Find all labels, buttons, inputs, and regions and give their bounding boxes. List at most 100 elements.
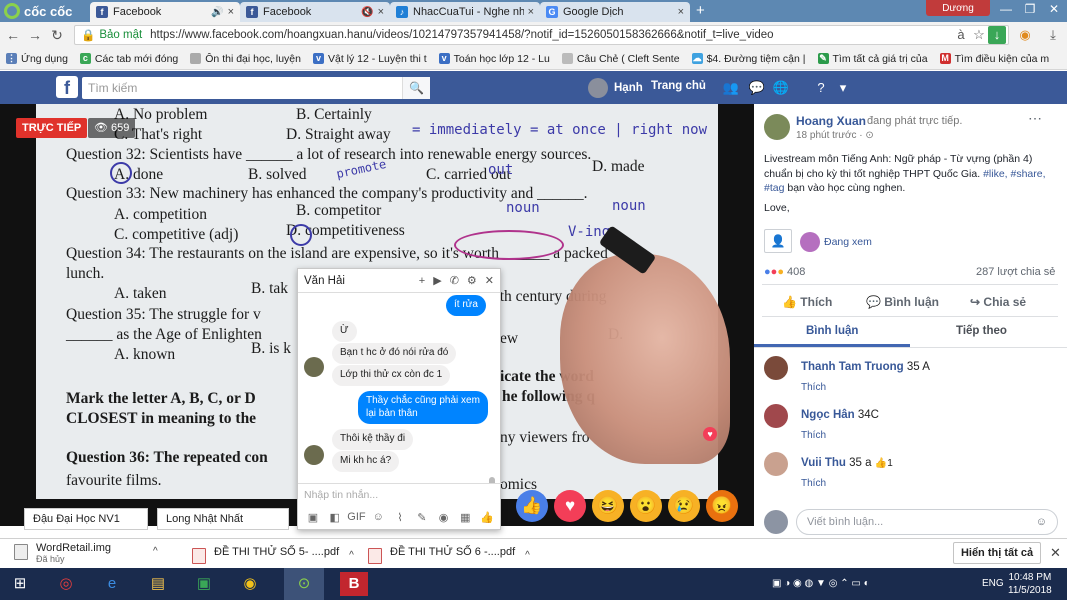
clock[interactable]: 10:48 PM 11/5/2018 bbox=[1008, 571, 1052, 597]
facebook-logo[interactable]: f bbox=[56, 76, 78, 98]
post-time[interactable]: 18 phút trước · ⊙ bbox=[796, 130, 874, 141]
bookmark-item[interactable]: M Tìm điều kiện của m bbox=[939, 53, 1049, 65]
app-b-icon[interactable]: B bbox=[340, 572, 368, 596]
bookmark-item[interactable]: v Vật lý 12 - Luyện thi t bbox=[313, 53, 427, 65]
emoji-icon[interactable]: ☺ bbox=[367, 511, 389, 523]
add-friend-icon[interactable]: 👤 bbox=[764, 229, 792, 253]
app-icon[interactable]: ◎ bbox=[46, 568, 86, 600]
windows-start-icon[interactable]: ⊞ bbox=[0, 568, 40, 600]
help-icon[interactable]: ? bbox=[812, 79, 830, 97]
close-tab-icon[interactable]: × bbox=[678, 6, 684, 18]
tab-up-next[interactable]: Tiếp theo bbox=[956, 325, 1007, 337]
sticker-icon[interactable]: ◧ bbox=[324, 511, 346, 524]
thumbs-up-icon[interactable]: 👍 bbox=[476, 511, 498, 524]
messenger-icon[interactable]: 💬 bbox=[748, 79, 766, 97]
home-link[interactable]: Trang chủ bbox=[651, 80, 706, 92]
video-call-icon[interactable]: ▶ bbox=[433, 274, 441, 287]
download-item[interactable]: WordRetail.img Đã hủy ^ bbox=[14, 542, 158, 564]
search-icon[interactable]: 🔍 bbox=[402, 77, 430, 99]
speaker-icon[interactable]: 🔊 bbox=[211, 7, 223, 18]
tab-nhaccuatui[interactable]: ♪ NhacCuaTui - Nghe nhạc × bbox=[390, 2, 540, 22]
comment-like-link[interactable]: Thích bbox=[801, 382, 826, 393]
close-icon[interactable]: ✕ bbox=[485, 274, 494, 287]
chevron-up-icon[interactable]: ^ bbox=[525, 550, 530, 561]
comment-button[interactable]: 💬 Bình luận bbox=[866, 295, 939, 309]
settings-icon[interactable]: ⚙ bbox=[467, 274, 477, 287]
notifications-icon[interactable]: 🌐 bbox=[772, 79, 790, 97]
angry-icon[interactable]: 😠 bbox=[706, 490, 738, 522]
minimized-chat[interactable]: Đậu Đại Học NV1 bbox=[24, 508, 148, 530]
sad-icon[interactable]: 😢 bbox=[668, 490, 700, 522]
bookmark-item[interactable]: Ôn thi đại học, luyện bbox=[190, 53, 301, 65]
bookmark-item[interactable]: ✎ Tìm tất cả giá trị của bbox=[817, 53, 928, 65]
language-indicator[interactable]: ENG bbox=[982, 568, 1004, 600]
more-options-icon[interactable]: ⋯ bbox=[1028, 110, 1042, 127]
download-icon[interactable]: ↓ bbox=[988, 26, 1006, 44]
reload-icon[interactable]: ↻ bbox=[48, 26, 66, 44]
wow-icon[interactable]: 😮 bbox=[630, 490, 662, 522]
share-button[interactable]: ↪ Chia sẻ bbox=[970, 295, 1026, 309]
bookmark-recent-tabs[interactable]: c Các tab mới đóng bbox=[79, 53, 178, 65]
translate-icon[interactable]: à bbox=[952, 26, 970, 44]
coccoc-icon[interactable]: ⊙ bbox=[284, 568, 324, 600]
tab-google-dich[interactable]: G Google Dịch × bbox=[540, 2, 690, 22]
chevron-up-icon[interactable]: ^ bbox=[153, 546, 158, 557]
maximize-icon[interactable]: ❐ bbox=[1018, 0, 1042, 20]
back-icon[interactable]: ← bbox=[4, 26, 22, 44]
minimized-chat[interactable]: Long Nhật Nhất bbox=[157, 508, 289, 530]
new-tab-icon[interactable]: + bbox=[696, 3, 714, 19]
bookmark-apps[interactable]: ⋮ Ứng dụng bbox=[6, 53, 68, 65]
dropdown-icon[interactable]: ▾ bbox=[834, 79, 852, 97]
comment-input[interactable]: Viết bình luận... ☺ bbox=[796, 509, 1058, 535]
add-icon[interactable]: + bbox=[419, 275, 425, 287]
like-icon[interactable]: 👍 bbox=[516, 490, 548, 522]
search-input[interactable]: Tìm kiếm 🔍 bbox=[82, 77, 430, 99]
chat-header[interactable]: Văn Hải + ▶ ✆ ⚙ ✕ bbox=[298, 269, 500, 293]
phone-icon[interactable]: ✆ bbox=[450, 274, 459, 287]
message-input[interactable]: Nhập tin nhắn... bbox=[298, 483, 502, 505]
friend-requests-icon[interactable]: 👥 bbox=[722, 79, 740, 97]
close-tab-icon[interactable]: × bbox=[228, 6, 234, 18]
camera-icon[interactable]: ◉ bbox=[433, 511, 455, 524]
bookmark-item[interactable]: Câu Chẻ ( Cleft Sente bbox=[561, 53, 680, 65]
comment-like-link[interactable]: Thích bbox=[801, 478, 826, 489]
url-input[interactable]: 🔒 Bảo mật https://www.facebook.com/hoang… bbox=[74, 25, 1009, 45]
avatar[interactable] bbox=[764, 356, 788, 380]
tab-facebook-2[interactable]: f Facebook 🔇 × bbox=[240, 2, 390, 22]
tab-facebook-1[interactable]: f Facebook 🔊 × bbox=[90, 2, 240, 22]
profile-link[interactable]: Hạnh bbox=[588, 78, 643, 98]
close-tab-icon[interactable]: × bbox=[378, 6, 384, 18]
file-explorer-icon[interactable]: ▤ bbox=[138, 568, 178, 600]
extension-icon[interactable]: ◉ bbox=[1016, 26, 1034, 44]
coccoc-logo[interactable]: cốc cốc bbox=[4, 2, 72, 20]
emoji-icon[interactable]: ☺ bbox=[1036, 516, 1047, 528]
profile-button[interactable]: Dương bbox=[926, 0, 990, 16]
pencil-icon[interactable]: ✎ bbox=[411, 511, 433, 524]
close-tab-icon[interactable]: × bbox=[528, 6, 534, 18]
like-button[interactable]: 👍 Thích bbox=[782, 295, 832, 309]
gif-icon[interactable]: GIF bbox=[346, 511, 368, 523]
avatar[interactable] bbox=[764, 452, 788, 476]
game-icon[interactable]: ▦ bbox=[454, 511, 476, 524]
download-item[interactable]: ĐỀ THI THỬ SỐ 5- ....pdf ^ bbox=[192, 546, 354, 564]
image-icon[interactable]: ▣ bbox=[302, 511, 324, 524]
chrome-icon[interactable]: ◉ bbox=[230, 568, 270, 600]
downloads-menu-icon[interactable]: ⤓ bbox=[1044, 26, 1062, 44]
attach-icon[interactable]: ⌇ bbox=[389, 511, 411, 524]
bookmark-item[interactable]: ☁ $4. Đường tiệm cận | bbox=[691, 53, 806, 65]
minimize-icon[interactable]: — bbox=[994, 0, 1018, 20]
avatar[interactable] bbox=[764, 114, 790, 140]
forward-icon[interactable]: → bbox=[26, 26, 44, 44]
speaker-icon[interactable]: 🔇 bbox=[361, 7, 373, 18]
haha-icon[interactable]: 😆 bbox=[592, 490, 624, 522]
avatar[interactable] bbox=[764, 404, 788, 428]
tab-comments[interactable]: Bình luận bbox=[806, 325, 858, 337]
download-item[interactable]: ĐỀ THI THỬ SỐ 6 -....pdf ^ bbox=[368, 546, 530, 564]
comment-like-link[interactable]: Thích bbox=[801, 430, 826, 441]
ie-icon[interactable]: e bbox=[92, 568, 132, 600]
reaction-summary[interactable]: ●●● 408 bbox=[764, 266, 805, 278]
close-icon[interactable]: ✕ bbox=[1050, 545, 1061, 561]
star-icon[interactable]: ☆ bbox=[970, 26, 988, 44]
post-author[interactable]: Hoang Xuan bbox=[796, 114, 866, 128]
close-window-icon[interactable]: ✕ bbox=[1042, 0, 1066, 20]
